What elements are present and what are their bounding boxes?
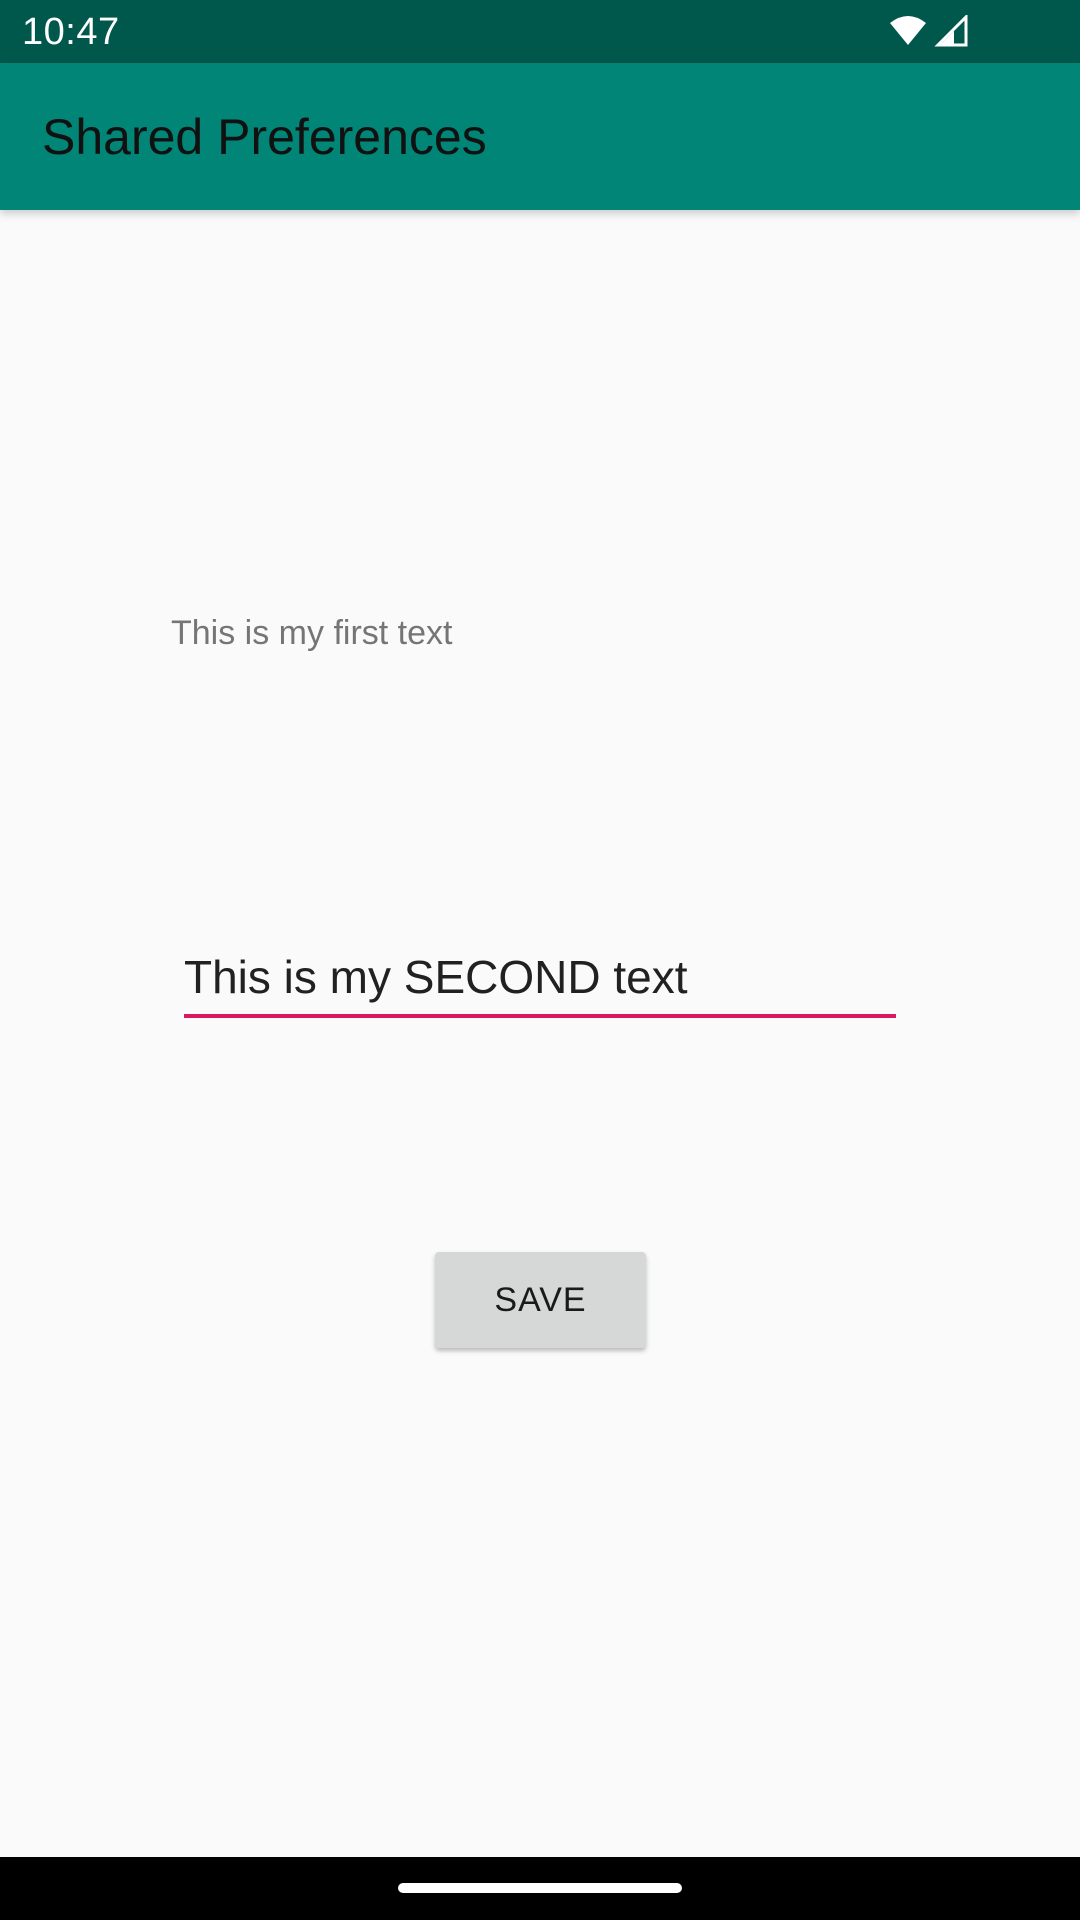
- status-icons: [888, 14, 968, 48]
- second-text-input[interactable]: [184, 940, 896, 1018]
- status-time: 10:47: [22, 11, 120, 53]
- save-button[interactable]: SAVE: [435, 1252, 646, 1348]
- app-bar: Shared Preferences: [0, 63, 1080, 210]
- app-title: Shared Preferences: [42, 109, 487, 165]
- wifi-icon: [888, 15, 928, 47]
- signal-icon: [934, 15, 968, 47]
- status-bar: 10:47: [0, 0, 1080, 63]
- navigation-bar: [0, 1857, 1080, 1920]
- first-text-label: This is my first text: [171, 614, 453, 652]
- home-handle[interactable]: [398, 1883, 682, 1893]
